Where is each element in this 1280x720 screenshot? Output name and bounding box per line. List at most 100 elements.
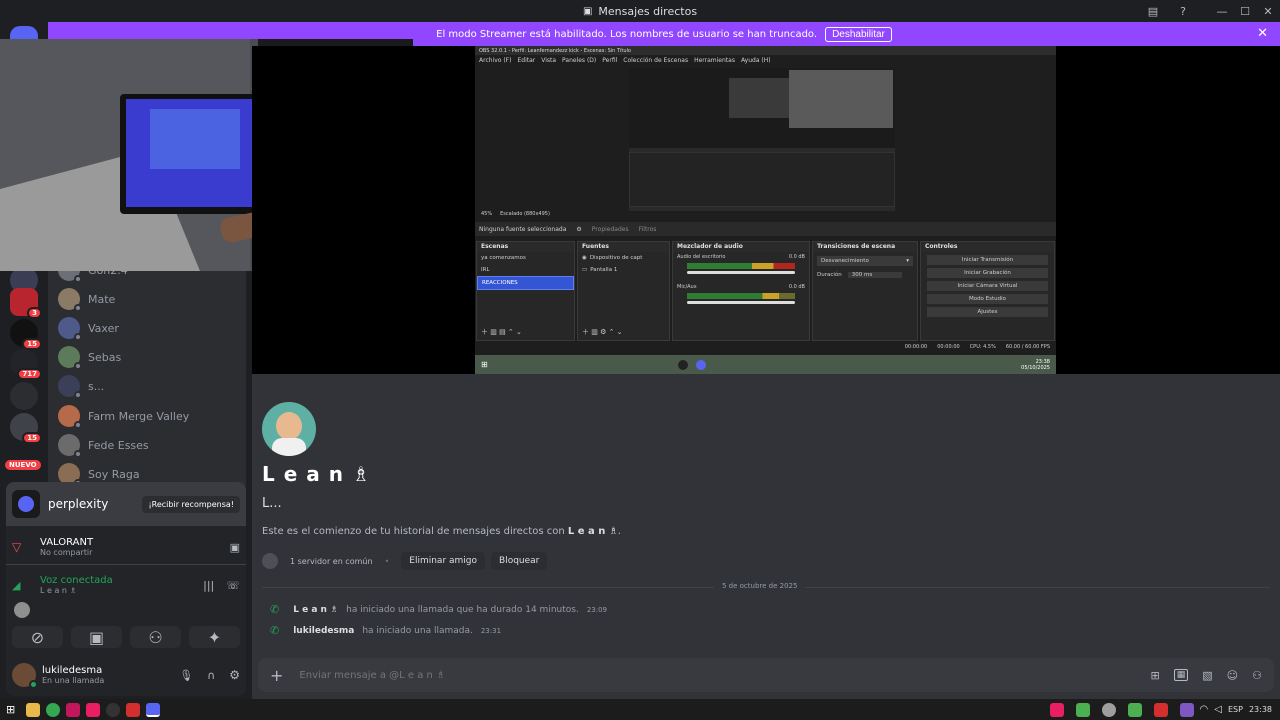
user-panel: perplexity ¡Recibir recompensa! ▽ VALORA… [6, 482, 246, 696]
server-icon[interactable]: 15 [10, 319, 42, 350]
volume-slider[interactable] [687, 301, 795, 304]
tray-icon[interactable] [1101, 702, 1116, 717]
scale-label[interactable]: Escalado (880x495) [500, 211, 550, 217]
dm-item[interactable]: Mate [58, 285, 238, 313]
server-icon[interactable]: 15 [10, 413, 42, 444]
scene-item[interactable]: ya comenzamos [477, 252, 574, 264]
chrome-icon[interactable] [46, 702, 60, 717]
screen-share-icon[interactable]: ▣ [71, 626, 122, 648]
settings-button[interactable]: Ajustes [927, 307, 1048, 317]
share-screen-icon[interactable]: ▣ [230, 541, 240, 554]
transition-select[interactable]: Desvanecimiento ▾ [817, 256, 913, 266]
dm-item[interactable]: s... [58, 372, 238, 400]
caller-name[interactable]: lukiledesma [293, 626, 354, 636]
record-time: 00:00:00 [937, 344, 960, 350]
sticker-icon[interactable]: ▧ [1202, 669, 1212, 682]
unread-badge: 717 [17, 368, 42, 380]
tiktok-icon[interactable] [86, 702, 100, 717]
obs-menu-item[interactable]: Colección de Escenas [623, 57, 688, 64]
filters-button[interactable]: Filtros [639, 226, 657, 233]
scene-item[interactable]: IRL [477, 264, 574, 276]
wifi-icon[interactable]: ◠ [1200, 704, 1209, 715]
source-item[interactable]: ▭ Pantalla 1 [578, 264, 669, 276]
file-explorer-icon[interactable] [26, 702, 40, 717]
user-avatar[interactable] [12, 663, 38, 689]
gift-icon[interactable]: ⊞ [1151, 669, 1160, 682]
tray-icon[interactable] [1049, 702, 1064, 717]
block-button[interactable]: Bloquear [491, 552, 548, 570]
emoji-icon[interactable]: ☺ [1227, 669, 1238, 682]
stream-time: 00:00:00 [904, 344, 928, 350]
windows-start-icon[interactable]: ⊞ [6, 703, 20, 717]
obs-menu-item[interactable]: Vista [541, 57, 556, 64]
message-input[interactable] [299, 669, 1151, 681]
dm-item[interactable]: Farm Merge Valley [58, 402, 238, 430]
scene-item-selected[interactable]: REACCIONES [477, 276, 574, 290]
server-icon[interactable]: 717 [10, 349, 42, 380]
gear-icon[interactable]: ⚙ [229, 668, 240, 682]
mutual-servers[interactable]: 1 servidor en común [290, 557, 373, 566]
tray-icon[interactable] [1127, 702, 1142, 717]
studio-mode-button[interactable]: Modo Estudio [927, 294, 1048, 304]
activity-icon[interactable]: ⚇ [130, 626, 181, 648]
obs-menu-item[interactable]: Paneles (D) [562, 57, 596, 64]
server-icon[interactable] [10, 382, 38, 410]
promo-card[interactable]: perplexity ¡Recibir recompensa! [6, 482, 246, 526]
dm-item[interactable]: Vaxer [58, 314, 238, 342]
microphone-icon[interactable]: 🎙 [179, 669, 193, 682]
gif-icon[interactable]: ▦ [1173, 669, 1189, 681]
avatar[interactable] [14, 602, 30, 618]
headphones-icon[interactable]: ∩ [207, 669, 215, 682]
close-button[interactable]: ✕ [1255, 0, 1280, 22]
obs-source-bar: Ninguna fuente seleccionada ⚙ Propiedade… [475, 222, 1056, 236]
add-attachment-icon[interactable]: + [270, 666, 283, 685]
help-icon[interactable]: ? [1170, 0, 1196, 22]
close-icon[interactable]: ✕ [1257, 26, 1268, 41]
obs-icon[interactable] [106, 702, 120, 717]
claim-reward-button[interactable]: ¡Recibir recompensa! [142, 495, 240, 513]
tray-icon[interactable] [1179, 702, 1194, 717]
source-toolbar[interactable]: ＋ ▥ ⚙ ⌃ ⌄ [582, 327, 623, 337]
properties-button[interactable]: Propiedades [592, 226, 629, 233]
app-icon[interactable] [66, 702, 80, 717]
obs-menu-item[interactable]: Herramientas [694, 57, 735, 64]
dm-item[interactable]: Sebas [58, 343, 238, 371]
volume-icon[interactable]: ◁ [1214, 704, 1222, 715]
voice-status[interactable]: Voz conectada [40, 575, 113, 586]
remove-friend-button[interactable]: Eliminar amigo [401, 552, 486, 570]
discord-icon[interactable] [146, 702, 160, 717]
language-indicator[interactable]: ESP [1228, 705, 1243, 714]
valorant-icon[interactable] [126, 702, 140, 717]
clock[interactable]: 23:38 [1249, 705, 1272, 714]
dm-icon: ▣ [582, 5, 593, 17]
tray-icon[interactable] [1075, 702, 1090, 717]
soundboard-icon[interactable]: ✦ [189, 626, 240, 648]
channel-db: 0.0 dB [788, 284, 805, 290]
obs-menu-item[interactable]: Editar [517, 57, 535, 64]
dm-name: Soy Raga [88, 467, 140, 481]
tray-icon[interactable] [1153, 702, 1168, 717]
source-item[interactable]: ◉ Dispositivo de capt [578, 252, 669, 264]
obs-menu-item[interactable]: Perfil [602, 57, 617, 64]
volume-slider[interactable] [687, 271, 795, 274]
start-stream-button[interactable]: Iniciar Transmisión [927, 255, 1048, 265]
disconnect-icon[interactable]: ☏ [226, 579, 240, 592]
apps-icon[interactable]: ⚇ [1252, 669, 1262, 682]
soundwave-icon[interactable]: ||| [203, 579, 214, 592]
dm-item[interactable]: Fede Esses [58, 431, 238, 459]
obs-menu-item[interactable]: Ayuda (H) [741, 57, 771, 64]
voice-channel[interactable]: L e a n ♗ [40, 586, 113, 595]
virtual-camera-button[interactable]: Iniciar Cámara Virtual [927, 281, 1048, 291]
camera-off-icon[interactable]: ⊘ [12, 626, 63, 648]
disable-streamer-button[interactable]: Deshabilitar [825, 26, 892, 42]
server-icon[interactable]: 3 [10, 288, 42, 319]
obs-menu-item[interactable]: Archivo (F) [479, 57, 511, 64]
zoom-level[interactable]: 45% [481, 211, 492, 217]
scene-toolbar[interactable]: ＋ ▥ ▤ ⌃ ⌄ [481, 327, 522, 337]
caller-name[interactable]: L e a n ♗ [293, 605, 338, 615]
inbox-icon[interactable]: ▤ [1140, 0, 1166, 22]
dm-name: Mate [88, 292, 116, 306]
start-recording-button[interactable]: Iniciar Grabación [927, 268, 1048, 278]
duration-input[interactable]: 300 ms [847, 272, 902, 278]
profile-avatar[interactable] [262, 402, 316, 456]
